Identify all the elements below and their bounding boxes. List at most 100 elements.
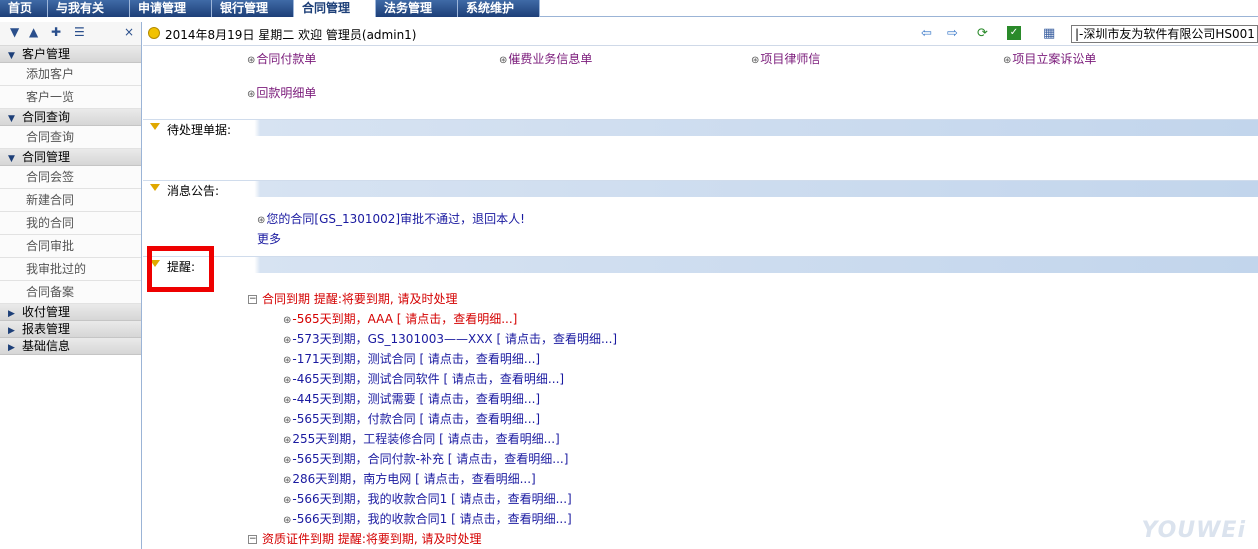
top-menu-bar: 首页 与我有关 申请管理 银行管理 合同管理 法务管理 系统维护 — [0, 0, 1258, 17]
link-label: 项目律师信 — [760, 52, 821, 66]
sidebar-group-contract-query[interactable]: ▼ 合同查询 — [0, 109, 141, 126]
calendar-icon[interactable]: ▦ — [1043, 26, 1055, 41]
back-arrow-icon[interactable]: ⇦ — [921, 26, 932, 41]
reminder-item[interactable]: ⊛-573天到期，GS_1301003——XXX [ 请点击，查看明细...] — [283, 330, 617, 347]
sidebar-toolbar: ▼ ▲ ✚ ☰ × — [0, 22, 141, 46]
reminder-text: -566天到期，我的收款合同1 [ 请点击，查看明细...] — [292, 512, 572, 526]
bullet-icon: ⊛ — [283, 335, 292, 346]
section-title: 待处理单据: — [167, 123, 232, 137]
notice-item[interactable]: ⊛您的合同[GS_1301002]审批不通过，退回本人! — [257, 210, 525, 227]
bullet-icon: ⊛ — [751, 55, 760, 66]
bullet-icon: ⊛ — [283, 375, 292, 386]
sidebar-item-new-contract[interactable]: 新建合同 — [0, 189, 141, 212]
tab-system-maintenance[interactable]: 系统维护 — [458, 0, 540, 17]
reminder-item[interactable]: ⊛-171天到期，测试合同 [ 请点击，查看明细...] — [283, 350, 540, 367]
group-label: 资质证件到期 提醒:将要到期, 请及时处理 — [262, 532, 482, 546]
info-bar: 2014年8月19日 星期二 欢迎 管理员(admin1) ⇦ ⇨ ⟳ ✓ ▦ … — [143, 22, 1258, 46]
reminder-item[interactable]: ⊛-565天到期，付款合同 [ 请点击，查看明细...] — [283, 410, 540, 427]
sidebar-item-my-approved[interactable]: 我审批过的 — [0, 258, 141, 281]
caret-down-icon: ▼ — [8, 114, 15, 124]
caret-right-icon: ▶ — [8, 343, 15, 353]
tab-home[interactable]: 首页 — [0, 0, 48, 17]
bullet-icon: ⊛ — [283, 475, 292, 486]
bullet-icon: ⊛ — [283, 435, 292, 446]
section-remind-header[interactable]: 提醒: — [143, 256, 1258, 274]
collapse-all-icon[interactable]: ▲ — [29, 25, 38, 39]
reminder-text: 255天到期，工程装修合同 [ 请点击，查看明细...] — [292, 432, 560, 446]
expand-all-icon[interactable]: ▼ — [10, 25, 19, 39]
link-label: 合同付款单 — [256, 52, 317, 66]
tab-contract-mgmt[interactable]: 合同管理 — [294, 0, 376, 17]
caret-down-icon: ▼ — [8, 51, 15, 61]
sidebar-item-add-customer[interactable]: 添加客户 — [0, 63, 141, 86]
notice-more-link[interactable]: 更多 — [257, 230, 281, 247]
link-label: 催费业务信息单 — [508, 52, 593, 66]
reminder-item[interactable]: ⊛286天到期，南方电网 [ 请点击，查看明细...] — [283, 470, 536, 487]
group-title: 合同查询 — [22, 110, 71, 124]
reminder-text: -566天到期，我的收款合同1 [ 请点击，查看明细...] — [292, 492, 572, 506]
reminder-item[interactable]: ⊛-566天到期，我的收款合同1 [ 请点击，查看明细...] — [283, 510, 572, 527]
reminder-text: -565天到期，AAA [ 请点击，查看明细...] — [292, 312, 518, 326]
reminder-text: -565天到期，付款合同 [ 请点击，查看明细...] — [292, 412, 541, 426]
reminder-item[interactable]: ⊛-566天到期，我的收款合同1 [ 请点击，查看明细...] — [283, 490, 572, 507]
refresh-icon[interactable]: ⟳ — [977, 26, 988, 41]
top-tab-strip: 首页 与我有关 申请管理 银行管理 合同管理 法务管理 系统维护 — [0, 0, 540, 17]
sidebar-group-payment-mgmt[interactable]: ▶ 收付管理 — [0, 304, 141, 321]
collapse-icon: − — [248, 534, 257, 544]
reminder-item[interactable]: ⊛-565天到期，AAA [ 请点击，查看明细...] — [283, 310, 517, 327]
bullet-icon: ⊛ — [257, 215, 266, 226]
sidebar-item-contract-query[interactable]: 合同查询 — [0, 126, 141, 149]
date-welcome-text: 2014年8月19日 星期二 欢迎 管理员(admin1) — [165, 28, 417, 42]
sidebar-group-report-mgmt[interactable]: ▶ 报表管理 — [0, 321, 141, 338]
section-pending-header[interactable]: 待处理单据: — [143, 119, 1258, 137]
tab-application-mgmt[interactable]: 申请管理 — [130, 0, 212, 17]
company-selector[interactable]: |-深圳市友为软件有限公司HS001 — [1071, 25, 1258, 43]
forward-arrow-icon[interactable]: ⇨ — [947, 26, 958, 41]
notice-text: 您的合同[GS_1301002]审批不通过，退回本人! — [266, 212, 525, 226]
section-title: 消息公告: — [167, 184, 220, 198]
clock-icon — [148, 27, 160, 39]
sidebar-group-customer-mgmt[interactable]: ▼ 客户管理 — [0, 46, 141, 63]
reminder-item[interactable]: ⊛255天到期，工程装修合同 [ 请点击，查看明细...] — [283, 430, 560, 447]
bullet-icon: ⊛ — [283, 395, 292, 406]
reminder-item[interactable]: ⊛-565天到期，合同付款-补充 [ 请点击，查看明细...] — [283, 450, 568, 467]
quick-link-litigation[interactable]: ⊛项目立案诉讼单 — [1003, 50, 1096, 67]
bullet-icon: ⊛ — [283, 355, 292, 366]
export-excel-icon[interactable]: ✓ — [1007, 26, 1021, 40]
sidebar-group-contract-mgmt[interactable]: ▼ 合同管理 — [0, 149, 141, 166]
sidebar: ▼ ▲ ✚ ☰ × ▼ 客户管理 添加客户 客户一览 ▼ 合同查询 合同查询 ▼ 合同… — [0, 22, 142, 549]
sidebar-item-contract-cosign[interactable]: 合同会签 — [0, 166, 141, 189]
tab-bank-mgmt[interactable]: 银行管理 — [212, 0, 294, 17]
section-notice-header[interactable]: 消息公告: — [143, 180, 1258, 198]
reminder-group-contract-expiry[interactable]: − 合同到期 提醒:将要到期, 请及时处理 — [248, 290, 458, 307]
reminder-item[interactable]: ⊛-465天到期，测试合同软件 [ 请点击，查看明细...] — [283, 370, 564, 387]
sidebar-group-basic-info[interactable]: ▶ 基础信息 — [0, 338, 141, 355]
sidebar-item-my-contracts[interactable]: 我的合同 — [0, 212, 141, 235]
reminder-text: -465天到期，测试合同软件 [ 请点击，查看明细...] — [292, 372, 565, 386]
reminder-item[interactable]: ⊛-445天到期，测试需要 [ 请点击，查看明细...] — [283, 390, 540, 407]
quick-link-fee-reminder[interactable]: ⊛催费业务信息单 — [499, 50, 592, 67]
caret-down-icon: ▼ — [8, 154, 15, 164]
bullet-icon: ⊛ — [499, 55, 508, 66]
reminder-group-cert-expiry[interactable]: − 资质证件到期 提醒:将要到期, 请及时处理 — [248, 530, 482, 547]
bullet-icon: ⊛ — [283, 415, 292, 426]
sidebar-item-contract-approval[interactable]: 合同审批 — [0, 235, 141, 258]
sidebar-item-contract-filing[interactable]: 合同备案 — [0, 281, 141, 304]
group-title: 收付管理 — [22, 305, 71, 319]
stack-icon[interactable]: ☰ — [74, 25, 85, 39]
bullet-icon: ⊛ — [247, 89, 256, 100]
reminder-text: -565天到期，合同付款-补充 [ 请点击，查看明细...] — [292, 452, 569, 466]
tab-legal-mgmt[interactable]: 法务管理 — [376, 0, 458, 17]
quick-link-lawyer-letter[interactable]: ⊛项目律师信 — [751, 50, 820, 67]
link-label: 项目立案诉讼单 — [1012, 52, 1097, 66]
close-sidebar-icon[interactable]: × — [124, 25, 134, 39]
link-label: 回款明细单 — [256, 86, 317, 100]
reminder-text: -573天到期，GS_1301003——XXX [ 请点击，查看明细...] — [292, 332, 618, 346]
sidebar-item-customer-list[interactable]: 客户一览 — [0, 86, 141, 109]
quick-link-contract-payment[interactable]: ⊛合同付款单 — [247, 50, 316, 67]
bullet-icon: ⊛ — [283, 455, 292, 466]
bullet-icon: ⊛ — [283, 315, 292, 326]
add-favorite-icon[interactable]: ✚ — [51, 25, 61, 39]
tab-related-to-me[interactable]: 与我有关 — [48, 0, 130, 17]
quick-link-receipt-detail[interactable]: ⊛回款明细单 — [247, 84, 316, 101]
